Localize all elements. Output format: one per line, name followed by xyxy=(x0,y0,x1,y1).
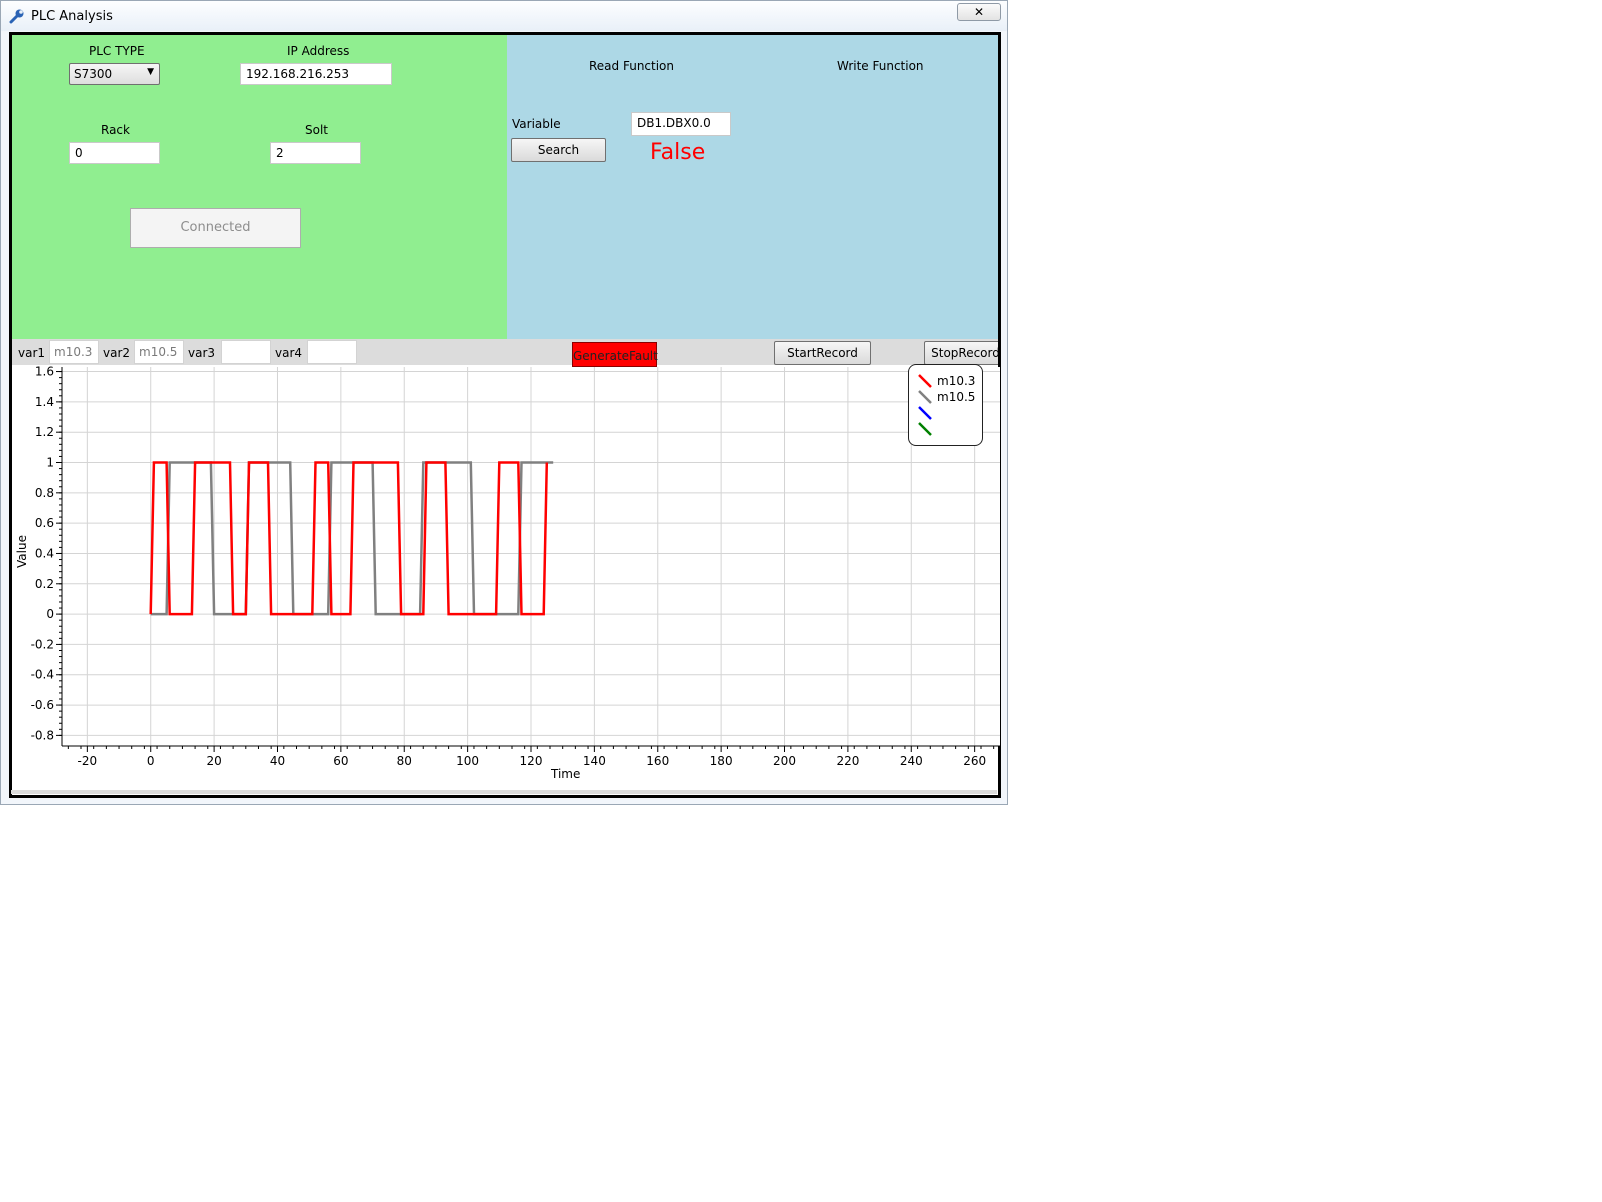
legend-label-1: m10.5 xyxy=(937,390,975,404)
y-tick-label: 0 xyxy=(46,607,54,621)
bottom-strip xyxy=(11,790,997,794)
y-tick-label: 0.4 xyxy=(35,546,54,560)
x-tick-label: 20 xyxy=(206,754,221,768)
x-tick-label: 0 xyxy=(147,754,155,768)
y-tick-label: -0.2 xyxy=(31,637,54,651)
x-axis-label: Time xyxy=(550,767,580,781)
x-tick-label: -20 xyxy=(78,754,98,768)
x-tick-label: 180 xyxy=(710,754,733,768)
legend-swatch-2 xyxy=(918,406,932,420)
x-tick-label: 220 xyxy=(836,754,859,768)
legend-swatch-1 xyxy=(918,390,932,404)
legend-label-0: m10.3 xyxy=(937,374,975,388)
y-tick-label: 0.8 xyxy=(35,486,54,500)
x-tick-label: 140 xyxy=(583,754,606,768)
y-tick-label: -0.6 xyxy=(31,698,54,712)
y-tick-label: 1 xyxy=(46,456,54,470)
y-axis-label: Value xyxy=(15,535,29,568)
y-tick-label: 0.6 xyxy=(35,516,54,530)
y-tick-label: -0.4 xyxy=(31,668,54,682)
chart-legend: m10.3 m10.5 xyxy=(908,364,983,446)
x-tick-label: 160 xyxy=(646,754,669,768)
x-tick-label: 60 xyxy=(333,754,348,768)
x-tick-label: 80 xyxy=(397,754,412,768)
y-tick-label: 1.2 xyxy=(35,425,54,439)
legend-swatch-0 xyxy=(918,374,932,388)
legend-swatches: m10.3 m10.5 xyxy=(918,374,975,436)
value-time-chart: -20 0 20 40 60 80 100 120 140 160 180 200 220 240 260 -… xyxy=(11,365,1000,794)
legend-swatch-3 xyxy=(918,422,932,436)
x-tick-label: 260 xyxy=(963,754,986,768)
y-tick-label: 0.2 xyxy=(35,577,54,591)
x-tick-label: 100 xyxy=(456,754,479,768)
x-tick-label: 240 xyxy=(900,754,923,768)
y-tick-label: -0.8 xyxy=(31,728,54,742)
x-tick-label: 200 xyxy=(773,754,796,768)
y-tick-label: 1.4 xyxy=(35,395,54,409)
x-tick-label: 40 xyxy=(270,754,285,768)
x-tick-label: 120 xyxy=(520,754,543,768)
y-tick-label: 1.6 xyxy=(35,365,54,379)
